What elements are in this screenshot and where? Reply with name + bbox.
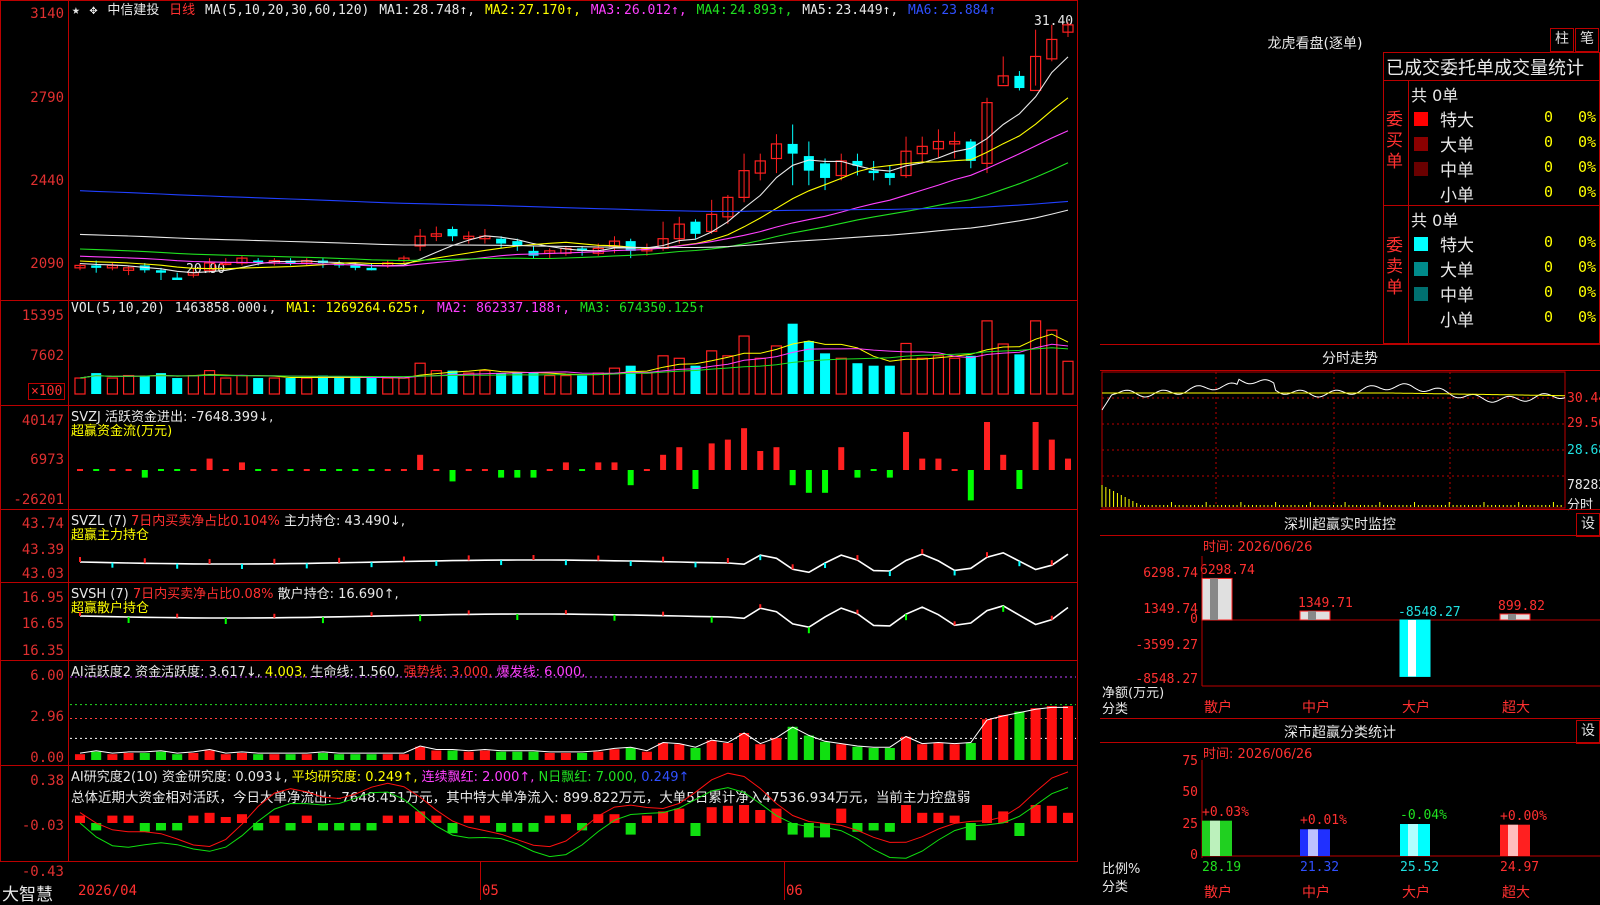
szmon-bar-shade [1308,611,1316,620]
szmon-bar-shade [1408,620,1416,677]
fenshi-avg-line [1102,392,1565,397]
szmon-bar-shade [1210,578,1218,620]
szcls-bar-shade [1210,820,1220,856]
szmon-bar-shade [1508,614,1516,620]
right-charts-svg [1101,371,1600,858]
szcls-bar-shade [1408,824,1418,856]
szcls-bar-shade [1308,829,1318,856]
szcls-bar-shade [1508,824,1518,856]
